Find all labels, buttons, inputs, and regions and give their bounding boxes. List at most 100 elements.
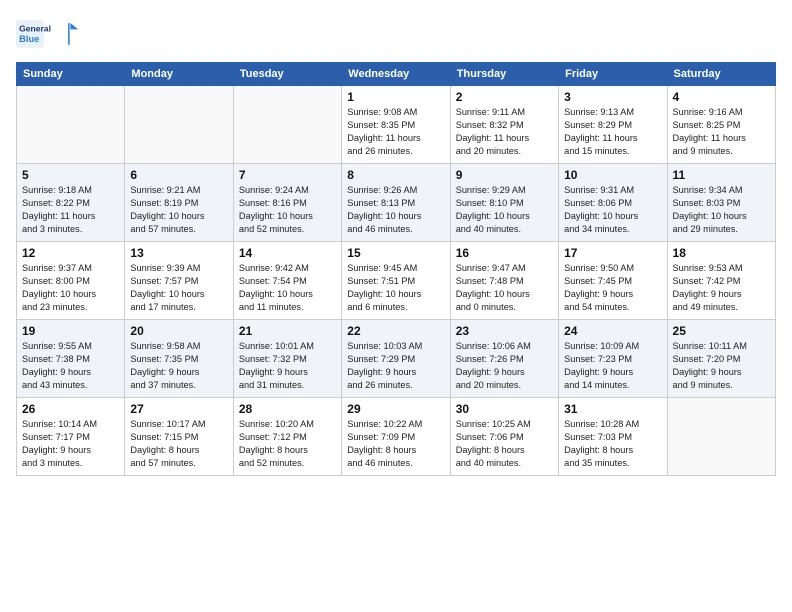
day-of-week-header: Wednesday [342, 63, 450, 86]
day-info: Sunrise: 10:01 AM Sunset: 7:32 PM Daylig… [239, 340, 336, 392]
calendar-day-cell: 26 Sunrise: 10:14 AM Sunset: 7:17 PM Dayl… [17, 398, 125, 476]
day-info: Sunrise: 10:20 AM Sunset: 7:12 PM Daylig… [239, 418, 336, 470]
day-number: 27 [130, 402, 227, 416]
day-info: Sunrise: 9:37 AM Sunset: 8:00 PM Dayligh… [22, 262, 119, 314]
day-info: Sunrise: 9:47 AM Sunset: 7:48 PM Dayligh… [456, 262, 553, 314]
calendar-day-cell: 19 Sunrise: 9:55 AM Sunset: 7:38 PM Dayli… [17, 320, 125, 398]
day-info: Sunrise: 9:08 AM Sunset: 8:35 PM Dayligh… [347, 106, 444, 158]
day-info: Sunrise: 9:39 AM Sunset: 7:57 PM Dayligh… [130, 262, 227, 314]
calendar-day-cell: 13 Sunrise: 9:39 AM Sunset: 7:57 PM Dayli… [125, 242, 233, 320]
svg-text:General: General [19, 24, 51, 34]
day-info: Sunrise: 9:58 AM Sunset: 7:35 PM Dayligh… [130, 340, 227, 392]
day-info: Sunrise: 9:16 AM Sunset: 8:25 PM Dayligh… [673, 106, 770, 158]
day-number: 19 [22, 324, 119, 338]
calendar-week-row: 26 Sunrise: 10:14 AM Sunset: 7:17 PM Dayl… [17, 398, 776, 476]
calendar-table: SundayMondayTuesdayWednesdayThursdayFrid… [16, 62, 776, 476]
day-info: Sunrise: 9:11 AM Sunset: 8:32 PM Dayligh… [456, 106, 553, 158]
day-info: Sunrise: 9:13 AM Sunset: 8:29 PM Dayligh… [564, 106, 661, 158]
calendar-week-row: 19 Sunrise: 9:55 AM Sunset: 7:38 PM Dayli… [17, 320, 776, 398]
calendar-day-cell: 9 Sunrise: 9:29 AM Sunset: 8:10 PM Daylig… [450, 164, 558, 242]
calendar-day-cell: 22 Sunrise: 10:03 AM Sunset: 7:29 PM Dayl… [342, 320, 450, 398]
calendar-day-cell: 29 Sunrise: 10:22 AM Sunset: 7:09 PM Dayl… [342, 398, 450, 476]
calendar-day-cell: 1 Sunrise: 9:08 AM Sunset: 8:35 PM Daylig… [342, 86, 450, 164]
svg-text:Blue: Blue [19, 34, 39, 44]
calendar-day-cell [17, 86, 125, 164]
day-info: Sunrise: 9:45 AM Sunset: 7:51 PM Dayligh… [347, 262, 444, 314]
day-number: 23 [456, 324, 553, 338]
day-info: Sunrise: 10:22 AM Sunset: 7:09 PM Daylig… [347, 418, 444, 470]
day-number: 20 [130, 324, 227, 338]
day-number: 6 [130, 168, 227, 182]
day-number: 5 [22, 168, 119, 182]
calendar-day-cell: 3Sunrise: 9:13 AM Sunset: 8:29 PM Daylig… [559, 86, 667, 164]
calendar-day-cell: 12 Sunrise: 9:37 AM Sunset: 8:00 PM Dayli… [17, 242, 125, 320]
calendar-day-cell: 27 Sunrise: 10:17 AM Sunset: 7:15 PM Dayl… [125, 398, 233, 476]
day-number: 21 [239, 324, 336, 338]
day-number: 28 [239, 402, 336, 416]
day-info: Sunrise: 10:03 AM Sunset: 7:29 PM Daylig… [347, 340, 444, 392]
day-info: Sunrise: 10:28 AM Sunset: 7:03 PM Daylig… [564, 418, 661, 470]
day-number: 30 [456, 402, 553, 416]
calendar-week-row: 12 Sunrise: 9:37 AM Sunset: 8:00 PM Dayli… [17, 242, 776, 320]
day-info: Sunrise: 10:17 AM Sunset: 7:15 PM Daylig… [130, 418, 227, 470]
day-number: 29 [347, 402, 444, 416]
calendar-day-cell: 18Sunrise: 9:53 AM Sunset: 7:42 PM Dayli… [667, 242, 775, 320]
day-info: Sunrise: 9:29 AM Sunset: 8:10 PM Dayligh… [456, 184, 553, 236]
calendar-day-cell: 14 Sunrise: 9:42 AM Sunset: 7:54 PM Dayli… [233, 242, 341, 320]
day-number: 13 [130, 246, 227, 260]
day-number: 15 [347, 246, 444, 260]
day-info: Sunrise: 10:25 AM Sunset: 7:06 PM Daylig… [456, 418, 553, 470]
day-of-week-header: Tuesday [233, 63, 341, 86]
day-number: 4 [673, 90, 770, 104]
calendar-day-cell: 31 Sunrise: 10:28 AM Sunset: 7:03 PM Dayl… [559, 398, 667, 476]
day-number: 31 [564, 402, 661, 416]
calendar-week-row: 5 Sunrise: 9:18 AM Sunset: 8:22 PM Daylig… [17, 164, 776, 242]
day-of-week-header: Monday [125, 63, 233, 86]
day-number: 22 [347, 324, 444, 338]
day-number: 9 [456, 168, 553, 182]
day-info: Sunrise: 9:18 AM Sunset: 8:22 PM Dayligh… [22, 184, 119, 236]
day-info: Sunrise: 9:55 AM Sunset: 7:38 PM Dayligh… [22, 340, 119, 392]
day-of-week-header: Thursday [450, 63, 558, 86]
calendar-day-cell: 5 Sunrise: 9:18 AM Sunset: 8:22 PM Daylig… [17, 164, 125, 242]
day-number: 14 [239, 246, 336, 260]
calendar-day-cell: 20 Sunrise: 9:58 AM Sunset: 7:35 PM Dayli… [125, 320, 233, 398]
day-number: 26 [22, 402, 119, 416]
day-number: 10 [564, 168, 661, 182]
day-of-week-header: Saturday [667, 63, 775, 86]
calendar-day-cell: 28 Sunrise: 10:20 AM Sunset: 7:12 PM Dayl… [233, 398, 341, 476]
day-info: Sunrise: 9:50 AM Sunset: 7:45 PM Dayligh… [564, 262, 661, 314]
day-of-week-header: Friday [559, 63, 667, 86]
day-info: Sunrise: 9:31 AM Sunset: 8:06 PM Dayligh… [564, 184, 661, 236]
page-header: General Blue [16, 16, 776, 52]
calendar-day-cell: 7 Sunrise: 9:24 AM Sunset: 8:16 PM Daylig… [233, 164, 341, 242]
day-info: Sunrise: 9:53 AM Sunset: 7:42 PM Dayligh… [673, 262, 770, 314]
day-number: 25 [673, 324, 770, 338]
calendar-day-cell: 2 Sunrise: 9:11 AM Sunset: 8:32 PM Daylig… [450, 86, 558, 164]
calendar-day-cell: 21 Sunrise: 10:01 AM Sunset: 7:32 PM Dayl… [233, 320, 341, 398]
calendar-day-cell: 4 Sunrise: 9:16 AM Sunset: 8:25 PM Daylig… [667, 86, 775, 164]
day-info: Sunrise: 10:14 AM Sunset: 7:17 PM Daylig… [22, 418, 119, 470]
day-info: Sunrise: 10:09 AM Sunset: 7:23 PM Daylig… [564, 340, 661, 392]
day-of-week-header: Sunday [17, 63, 125, 86]
day-number: 11 [673, 168, 770, 182]
day-number: 12 [22, 246, 119, 260]
calendar-day-cell: 23Sunrise: 10:06 AM Sunset: 7:26 PM Dayl… [450, 320, 558, 398]
calendar-day-cell: 25Sunrise: 10:11 AM Sunset: 7:20 PM Dayl… [667, 320, 775, 398]
calendar-day-cell: 8Sunrise: 9:26 AM Sunset: 8:13 PM Daylig… [342, 164, 450, 242]
calendar-day-cell: 24 Sunrise: 10:09 AM Sunset: 7:23 PM Dayl… [559, 320, 667, 398]
calendar-day-cell [233, 86, 341, 164]
calendar-day-cell: 6Sunrise: 9:21 AM Sunset: 8:19 PM Daylig… [125, 164, 233, 242]
day-number: 2 [456, 90, 553, 104]
day-info: Sunrise: 9:24 AM Sunset: 8:16 PM Dayligh… [239, 184, 336, 236]
calendar-day-cell: 30 Sunrise: 10:25 AM Sunset: 7:06 PM Dayl… [450, 398, 558, 476]
day-info: Sunrise: 9:42 AM Sunset: 7:54 PM Dayligh… [239, 262, 336, 314]
day-number: 1 [347, 90, 444, 104]
day-number: 24 [564, 324, 661, 338]
logo: General Blue [16, 16, 86, 52]
calendar-day-cell: 11Sunrise: 9:34 AM Sunset: 8:03 PM Dayli… [667, 164, 775, 242]
calendar-header-row: SundayMondayTuesdayWednesdayThursdayFrid… [17, 63, 776, 86]
calendar-day-cell: 15 Sunrise: 9:45 AM Sunset: 7:51 PM Dayli… [342, 242, 450, 320]
day-number: 7 [239, 168, 336, 182]
calendar-day-cell: 17Sunrise: 9:50 AM Sunset: 7:45 PM Dayli… [559, 242, 667, 320]
